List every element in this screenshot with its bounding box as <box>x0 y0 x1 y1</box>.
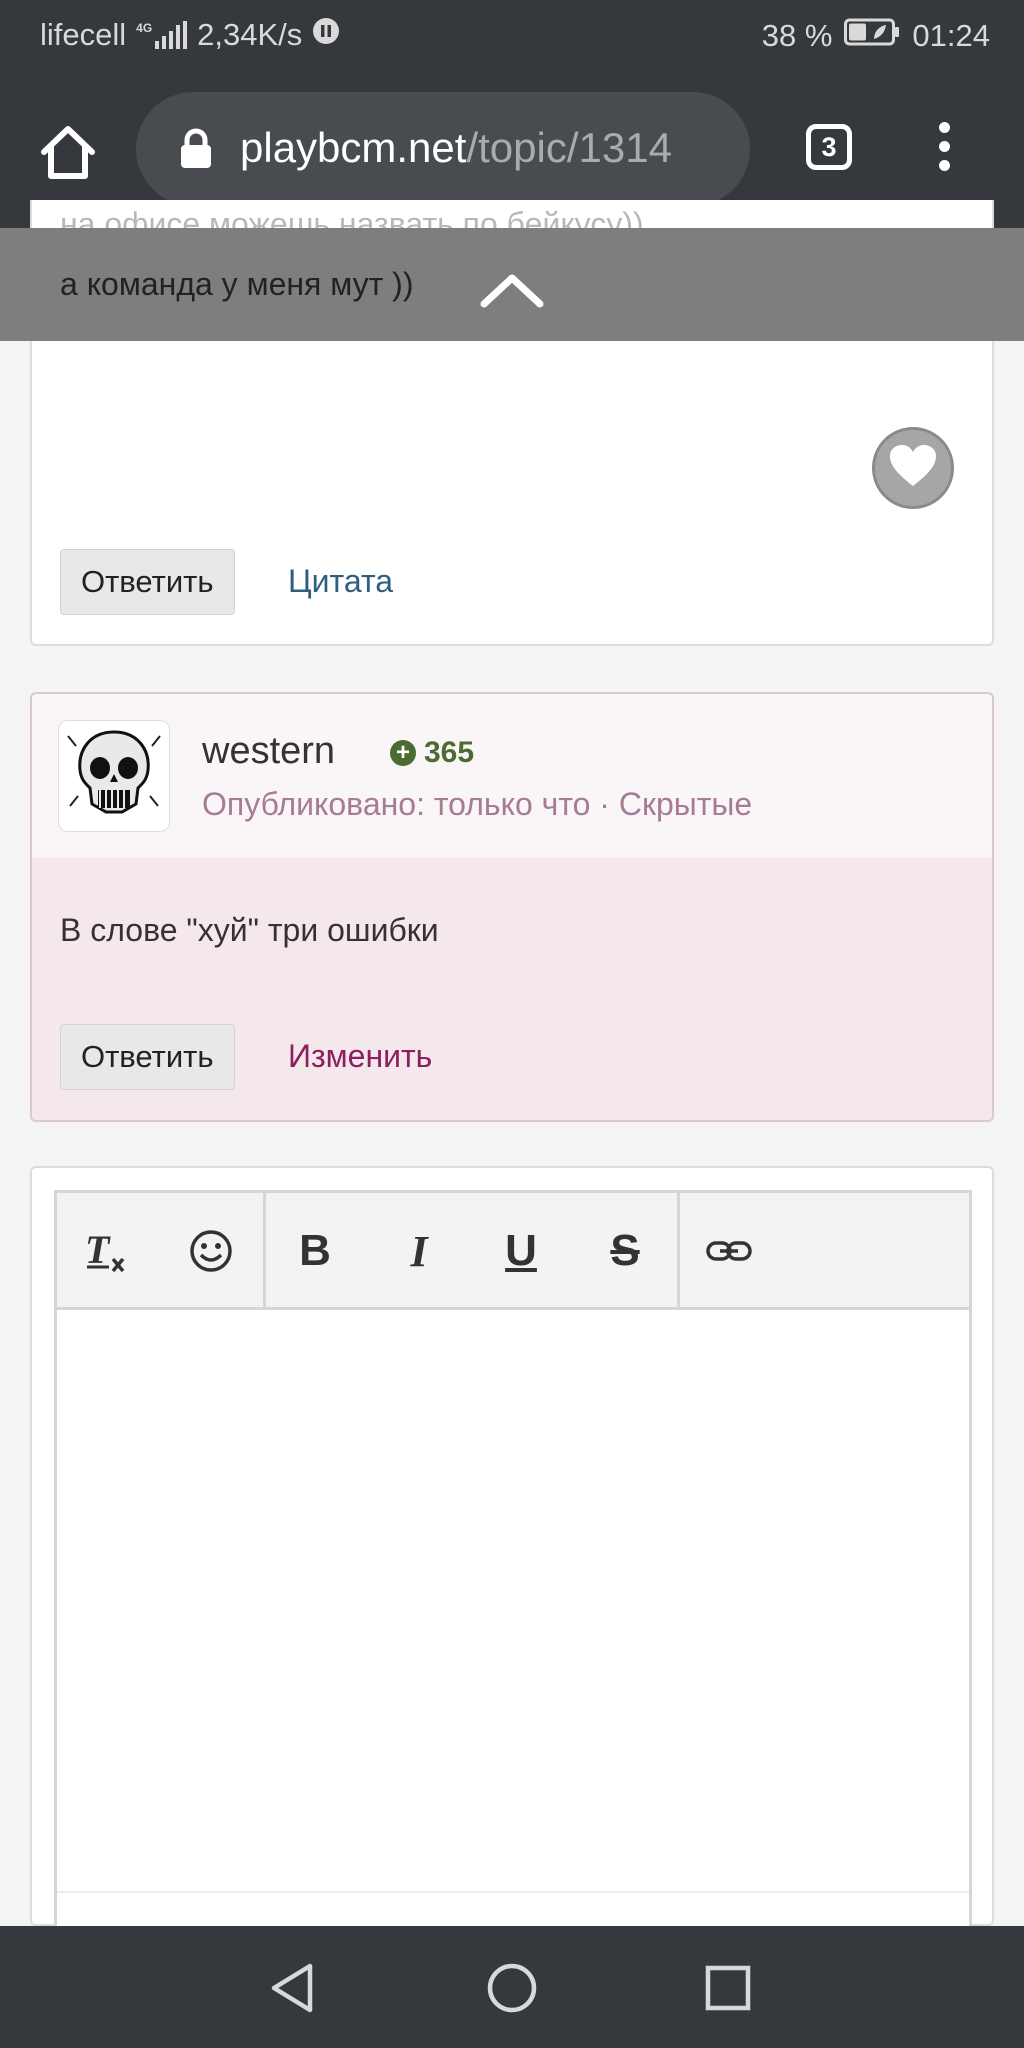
skull-icon <box>66 726 162 827</box>
reply-button[interactable]: Ответить <box>60 1024 235 1090</box>
status-bar: lifecell 4G 2,34K/s 38 % 01:24 <box>0 0 1024 72</box>
address-bar[interactable]: playbcm.net/topic/1314 <box>136 92 750 206</box>
lock-icon <box>178 128 214 175</box>
url-host: playbcm.net <box>240 124 467 171</box>
emoji-icon[interactable] <box>183 1223 239 1279</box>
more-menu-icon[interactable] <box>930 122 958 178</box>
post-meta: Опубликовано: только что · Скрытые <box>202 786 753 822</box>
home-circle-icon[interactable] <box>486 1962 538 2019</box>
edit-link[interactable]: Изменить <box>288 1038 432 1075</box>
pause-icon <box>312 17 340 53</box>
underline-icon[interactable]: U <box>493 1223 549 1279</box>
clock: 01:24 <box>912 18 990 53</box>
signal-icon: 4G <box>136 21 188 49</box>
carrier-label: lifecell <box>40 17 127 52</box>
recent-apps-icon[interactable] <box>704 1962 752 2019</box>
quote-link[interactable]: Цитата <box>288 563 393 600</box>
link-icon[interactable] <box>701 1223 757 1279</box>
svg-text:T: T <box>85 1227 111 1272</box>
heart-icon <box>889 444 937 493</box>
like-button[interactable] <box>872 427 954 509</box>
editor-toolbar: T B I U S <box>57 1193 969 1310</box>
reputation-count: 365 <box>424 736 475 769</box>
previous-post-line: на офисе можешь назвать по бейкусу)) <box>60 206 644 228</box>
battery-percent: 38 % <box>761 18 833 53</box>
rich-text-editor: T B I U S <box>54 1190 972 1950</box>
editor-text-area[interactable] <box>57 1310 969 1890</box>
reputation-badge: + 365 <box>390 736 474 770</box>
reply-button[interactable]: Ответить <box>60 549 235 615</box>
tab-switcher-button[interactable]: 3 <box>806 124 852 170</box>
network-speed: 2,34K/s <box>197 17 303 52</box>
remove-format-icon[interactable]: T <box>77 1223 133 1279</box>
author-name[interactable]: western <box>202 730 335 773</box>
italic-icon[interactable]: I <box>391 1223 447 1279</box>
url-text[interactable]: playbcm.net/topic/1314 <box>240 124 672 172</box>
post-content: В слове "хуй" три ошибки <box>60 912 439 948</box>
strikethrough-icon[interactable]: S <box>597 1223 653 1279</box>
url-path: /topic/1314 <box>466 124 672 171</box>
battery-icon <box>844 17 900 55</box>
back-icon[interactable] <box>268 1962 316 2019</box>
system-navigation-bar <box>0 1926 1024 2048</box>
home-icon[interactable] <box>36 120 100 184</box>
network-type-label: 4G <box>136 21 153 35</box>
avatar[interactable] <box>58 720 170 832</box>
post-header: western + 365 Опубликовано: только что ·… <box>32 694 992 858</box>
scroll-to-top-icon[interactable] <box>480 272 544 313</box>
previous-post-line: а команда у меня мут )) <box>60 266 414 302</box>
plus-circle-icon: + <box>390 740 416 766</box>
reply-editor-card: T B I U S <box>30 1166 994 1950</box>
bold-icon[interactable]: B <box>287 1223 343 1279</box>
